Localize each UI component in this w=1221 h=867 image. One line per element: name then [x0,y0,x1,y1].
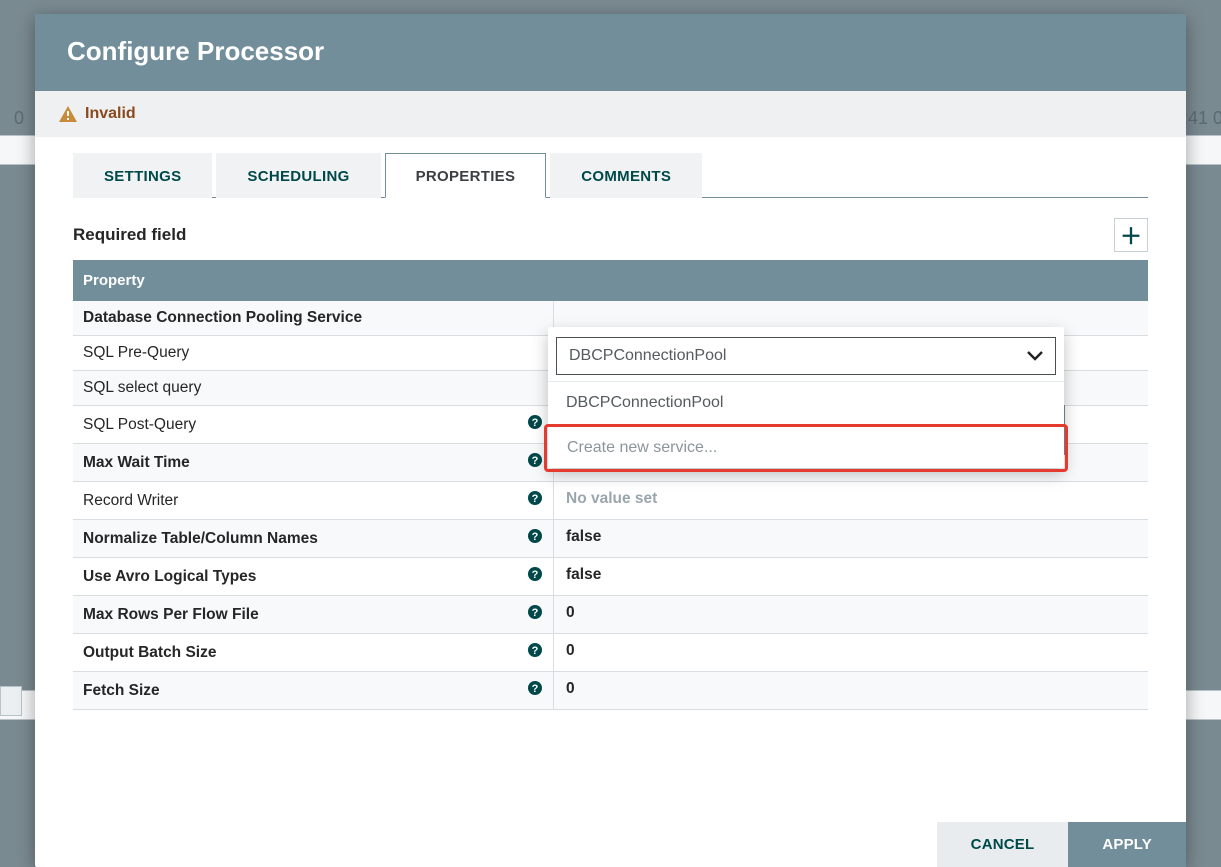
property-name: Fetch Size [83,682,160,700]
property-name-cell: Database Connection Pooling Service [73,301,553,335]
column-header-property[interactable]: Property [73,260,553,301]
bg-count: 0 [14,108,24,129]
property-name: Max Rows Per Flow File [83,606,259,624]
dialog-content: SETTINGS SCHEDULING PROPERTIES COMMENTS … [35,137,1186,822]
property-name: Database Connection Pooling Service [83,309,362,327]
svg-text:?: ? [532,455,539,467]
svg-text:?: ? [532,493,539,505]
tab-properties[interactable]: PROPERTIES [385,153,547,198]
dropdown-option-create-new-service[interactable]: Create new service... [544,424,1068,472]
apply-button[interactable]: APPLY [1068,822,1186,867]
property-value-cell[interactable]: false [553,520,1148,557]
dialog-footer: CANCEL APPLY [35,822,1186,867]
dropdown-option-dbcp[interactable]: DBCPConnectionPool [548,381,1064,424]
cancel-button[interactable]: CANCEL [937,822,1069,867]
svg-text:?: ? [532,569,539,581]
property-name-cell: Max Rows Per Flow File? [73,596,553,633]
bg-block [0,686,22,716]
table-row[interactable]: Normalize Table/Column Names?false [73,520,1148,558]
dialog-title: Configure Processor [35,14,1186,91]
property-name: Normalize Table/Column Names [83,530,318,548]
help-icon[interactable]: ? [527,490,543,511]
property-name: Output Batch Size [83,644,216,662]
property-name-cell: Output Batch Size? [73,634,553,671]
property-name-cell: Use Avro Logical Types? [73,558,553,595]
bg-time: :41 0 [1183,108,1221,129]
help-icon[interactable]: ? [527,680,543,701]
tab-bar: SETTINGS SCHEDULING PROPERTIES COMMENTS [73,153,1148,198]
warning-icon [59,106,77,122]
property-name: Record Writer [83,492,178,510]
table-row[interactable]: Record Writer?No value set [73,482,1148,520]
property-name-cell: SQL select query [73,371,553,405]
table-row[interactable]: Fetch Size?0 [73,672,1148,710]
help-icon[interactable]: ? [527,528,543,549]
help-icon[interactable]: ? [527,566,543,587]
plus-icon: ＋ [1120,219,1142,251]
property-value-cell[interactable]: No value set [553,482,1148,519]
property-name: SQL select query [83,379,201,397]
property-value-cell[interactable]: 0 [553,672,1148,709]
tab-scheduling[interactable]: SCHEDULING [216,153,380,198]
tab-comments[interactable]: COMMENTS [550,153,702,198]
property-name: SQL Pre-Query [83,344,189,362]
property-value-cell[interactable]: false [553,558,1148,595]
table-row[interactable]: Max Rows Per Flow File?0 [73,596,1148,634]
property-name: Use Avro Logical Types [83,568,256,586]
required-field-label: Required field [73,225,186,245]
property-name-cell: SQL Post-Query? [73,406,553,443]
table-row[interactable]: Output Batch Size?0 [73,634,1148,672]
svg-text:?: ? [532,417,539,429]
property-name-cell: Fetch Size? [73,672,553,709]
property-value-cell[interactable]: 0 [553,596,1148,633]
table-row[interactable]: Use Avro Logical Types?false [73,558,1148,596]
tab-settings[interactable]: SETTINGS [73,153,212,198]
status-bar: Invalid [35,91,1186,137]
property-name: SQL Post-Query [83,416,196,434]
chevron-down-icon [1027,348,1043,364]
property-name-cell: SQL Pre-Query [73,336,553,370]
svg-text:?: ? [532,645,539,657]
svg-text:?: ? [532,683,539,695]
help-icon[interactable]: ? [527,414,543,435]
svg-text:?: ? [532,531,539,543]
property-name-cell: Normalize Table/Column Names? [73,520,553,557]
svg-text:?: ? [532,607,539,619]
dropdown-selected-value: DBCPConnectionPool [569,347,726,365]
property-name-cell: Max Wait Time? [73,444,553,481]
property-name: Max Wait Time [83,454,190,472]
status-label: Invalid [85,105,136,123]
grid-header: Property Value [73,260,1148,301]
add-property-button[interactable]: ＋ [1114,218,1148,252]
property-name-cell: Record Writer? [73,482,553,519]
property-value-cell[interactable]: 0 [553,634,1148,671]
service-dropdown-select[interactable]: DBCPConnectionPool [556,337,1056,375]
help-icon[interactable]: ? [527,642,543,663]
service-dropdown-popup: DBCPConnectionPool DBCPConnectionPool Cr… [548,327,1064,468]
help-icon[interactable]: ? [527,452,543,473]
help-icon[interactable]: ? [527,604,543,625]
